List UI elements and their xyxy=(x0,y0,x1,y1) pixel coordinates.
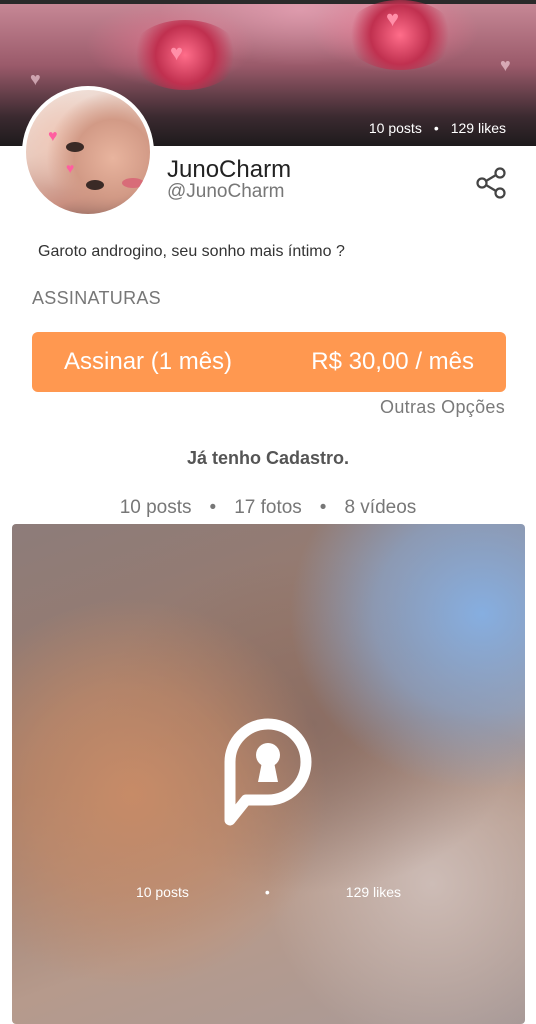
subscriptions-heading: ASSINATURAS xyxy=(32,288,161,308)
profile-handle: @JunoCharm xyxy=(167,181,285,202)
videos-count: 8 vídeos xyxy=(344,497,417,518)
profile-name: JunoCharm xyxy=(167,156,292,183)
lock-icon xyxy=(224,718,312,826)
heart-icon: ♥ xyxy=(170,40,184,65)
avatar-lips xyxy=(122,178,144,188)
separator-dot: • xyxy=(209,497,217,518)
avatar-eye xyxy=(86,180,104,190)
other-options-link[interactable]: Outras Opções xyxy=(380,397,505,418)
separator-dot: • xyxy=(319,497,327,518)
profile-bio: Garoto androgino, seu sonho mais íntimo … xyxy=(38,243,345,260)
share-icon[interactable] xyxy=(474,166,508,200)
subscribe-plan-price: R$ 30,00 / mês xyxy=(311,348,474,375)
locked-media-card[interactable]: 10 posts • 129 likes xyxy=(12,524,525,1024)
content-counts: 10 posts • 17 fotos • 8 vídeos xyxy=(0,497,536,519)
avatar[interactable]: ♥ ♥ xyxy=(22,86,154,218)
photos-count: 17 fotos xyxy=(234,497,302,518)
banner-stats: 10 posts • 129 likes xyxy=(369,120,506,136)
heart-icon: ♥ xyxy=(500,55,511,75)
heart-icon: ♥ xyxy=(30,69,41,89)
media-likes-count: 129 likes xyxy=(345,884,402,900)
subscribe-button[interactable]: Assinar (1 mês) R$ 30,00 / mês xyxy=(32,332,506,392)
banner-art-eye xyxy=(130,20,240,90)
avatar-eye xyxy=(66,142,84,152)
banner-posts-count: 10 posts xyxy=(368,120,422,136)
separator-dot: • xyxy=(264,884,270,900)
posts-count: 10 posts xyxy=(119,497,192,518)
heart-icon: ♥ xyxy=(386,6,400,31)
heart-icon: ♥ xyxy=(66,160,75,176)
media-stats: 10 posts • 129 likes xyxy=(12,884,525,900)
banner-likes-count: 129 likes xyxy=(450,120,506,136)
subscribe-plan-label: Assinar (1 mês) xyxy=(64,348,233,375)
heart-icon: ♥ xyxy=(48,128,58,145)
media-posts-count: 10 posts xyxy=(135,884,189,900)
banner-art-eye xyxy=(345,0,455,70)
separator-dot: • xyxy=(433,120,439,136)
login-link[interactable]: Já tenho Cadastro. xyxy=(0,448,536,469)
